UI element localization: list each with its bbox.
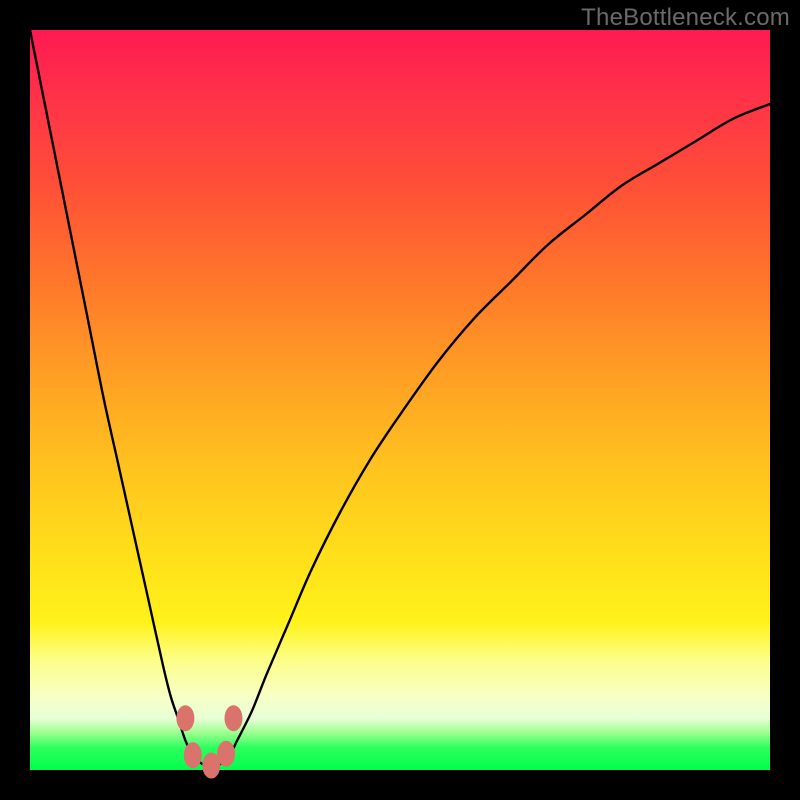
watermark-label: TheBottleneck.com [581,4,790,32]
curve-marker [176,705,194,731]
plot-area [30,30,770,770]
curve-path [30,30,770,767]
curve-marker [217,741,235,767]
bottleneck-curve [30,30,770,770]
curve-marker [184,742,202,768]
chart-frame: TheBottleneck.com [0,0,800,800]
curve-marker [225,705,243,731]
